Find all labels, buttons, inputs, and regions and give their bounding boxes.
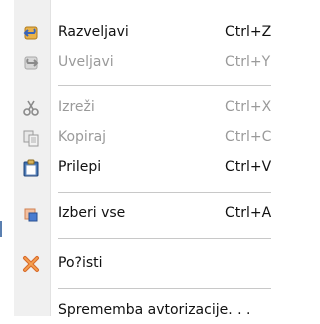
menu-item-label: Kopiraj bbox=[58, 129, 107, 145]
redo-icon bbox=[22, 54, 40, 72]
select-all-icon bbox=[22, 205, 40, 223]
menu-item-shortcut: Ctrl+Y bbox=[225, 54, 271, 70]
menu-item-shortcut: Ctrl+C bbox=[225, 129, 272, 145]
menu-item-change-authorization[interactable]: Sprememba avtorizacije. . . bbox=[14, 298, 271, 324]
menu-item-shortcut: Ctrl+X bbox=[225, 99, 272, 115]
menu-item-label: Razveljavi bbox=[58, 24, 129, 40]
menu-item-clear[interactable]: Po?isti bbox=[14, 251, 271, 277]
menu-item-select-all[interactable]: Izberi vse Ctrl+A bbox=[14, 201, 271, 227]
menu-item-undo[interactable]: Razveljavi Ctrl+Z bbox=[14, 20, 271, 46]
menu-item-shortcut: Ctrl+A bbox=[225, 205, 272, 221]
context-menu: Razveljavi Ctrl+Z Uveljavi Ctrl+Y Izreži… bbox=[14, 0, 271, 318]
menu-separator bbox=[58, 288, 271, 289]
menu-item-cut[interactable]: Izreži Ctrl+X bbox=[14, 95, 271, 121]
menu-item-shortcut: Ctrl+V bbox=[225, 159, 272, 175]
menu-item-redo[interactable]: Uveljavi Ctrl+Y bbox=[14, 50, 271, 76]
window-edge-accent bbox=[0, 221, 2, 237]
menu-item-copy[interactable]: Kopiraj Ctrl+C bbox=[14, 125, 271, 151]
clear-icon bbox=[22, 255, 40, 273]
cut-icon bbox=[22, 99, 40, 117]
menu-separator bbox=[58, 238, 271, 239]
menu-item-label: Po?isti bbox=[58, 255, 103, 271]
paste-icon bbox=[22, 159, 40, 177]
copy-icon bbox=[22, 129, 40, 147]
menu-item-label: Uveljavi bbox=[58, 54, 114, 70]
menu-item-label: Prilepi bbox=[58, 159, 102, 175]
menu-item-shortcut: Ctrl+Z bbox=[225, 24, 272, 40]
menu-separator bbox=[58, 192, 271, 193]
undo-icon bbox=[22, 24, 40, 42]
menu-item-paste[interactable]: Prilepi Ctrl+V bbox=[14, 155, 271, 181]
background-window-edge bbox=[0, 0, 14, 316]
menu-item-label: Izberi vse bbox=[58, 205, 126, 221]
menu-separator bbox=[58, 85, 271, 86]
menu-item-label: Izreži bbox=[58, 99, 95, 115]
